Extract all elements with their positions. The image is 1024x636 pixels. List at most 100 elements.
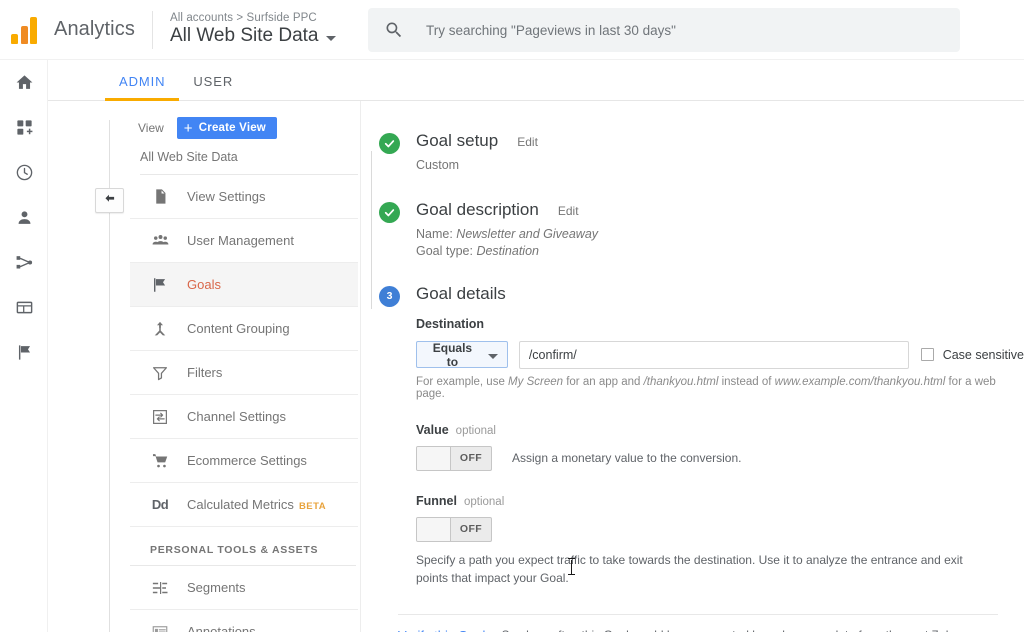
share-network-icon: [15, 253, 34, 272]
chevron-down-icon: [326, 36, 336, 41]
funnel-optional-tag: optional: [464, 496, 504, 508]
plus-icon: +: [184, 121, 193, 136]
current-view-name: All Web Site Data: [140, 150, 358, 164]
value-toggle-state: OFF: [451, 447, 491, 470]
destination-label: Destination: [416, 317, 1024, 331]
case-sensitive-checkbox[interactable]: [921, 348, 934, 361]
goal-description-title: Goal description Edit: [416, 200, 1024, 220]
people-icon: [150, 231, 170, 250]
flag-icon: [150, 276, 170, 294]
rail-item-home[interactable]: [0, 60, 48, 105]
tab-admin[interactable]: ADMIN: [105, 74, 179, 100]
sidebar-item-calculated-metrics[interactable]: Dd Calculated Metrics BETA: [130, 483, 358, 527]
text-cursor: [568, 558, 575, 577]
brand-title: Analytics: [54, 18, 135, 41]
view-name[interactable]: All Web Site Data: [170, 26, 336, 47]
case-sensitive-control[interactable]: Case sensitive: [921, 348, 1024, 362]
goal-description-step: Goal description Edit Name: Newsletter a…: [379, 200, 1024, 260]
value-optional-tag: optional: [456, 425, 496, 437]
destination-input[interactable]: [519, 341, 909, 369]
funnel-toggle[interactable]: OFF: [416, 517, 492, 542]
goal-details-title: Goal details: [416, 284, 1024, 304]
check-icon: [379, 133, 400, 154]
person-icon: [15, 208, 34, 227]
top-bar: Analytics All accounts > Surfside PPC Al…: [0, 0, 1024, 60]
create-view-button[interactable]: + Create View: [177, 117, 277, 139]
rail-item-behavior[interactable]: [0, 285, 48, 330]
goal-setup-value: Custom: [416, 157, 1024, 174]
sidebar-item-label: Calculated Metrics: [187, 497, 294, 512]
goal-details-step: 3 Goal details: [379, 284, 1024, 304]
step-number-badge: 3: [379, 286, 400, 307]
sidebar-item-filters[interactable]: Filters: [130, 351, 358, 395]
value-block: Value optional OFF Assign a monetary val…: [416, 423, 1024, 471]
value-toggle[interactable]: OFF: [416, 446, 492, 471]
value-label-row: Value optional: [416, 423, 1024, 437]
dd-icon: Dd: [150, 497, 170, 512]
channel-settings-icon: [150, 408, 170, 426]
goal-type-row: Goal type: Destination: [416, 243, 1024, 260]
sidebar-collapse-area: [95, 188, 124, 213]
admin-settings-sidebar: View + Create View All Web Site Data Vie…: [130, 101, 358, 636]
match-type-select[interactable]: Equals to: [416, 341, 508, 368]
sidebar-item-label: Goals: [187, 277, 221, 292]
case-sensitive-label: Case sensitive: [943, 348, 1024, 362]
goal-steps: Goal setup Edit Custom Goal description …: [361, 131, 1024, 587]
funnel-label-row: Funnel optional: [416, 494, 1024, 508]
sidebar-item-segments[interactable]: Segments: [130, 566, 358, 610]
analytics-logo-icon: [11, 16, 41, 44]
rail-item-acquisition[interactable]: [0, 240, 48, 285]
goal-type-prefix: Goal type:: [416, 244, 476, 258]
step-title-text: Goal details: [416, 284, 506, 304]
hint-part-c: for an app and: [563, 376, 644, 388]
header-divider: [152, 11, 153, 49]
funnel-block: Funnel optional OFF Specify a path you e…: [416, 494, 1024, 587]
sidebar-item-user-management[interactable]: User Management: [130, 219, 358, 263]
funnel-toggle-row: OFF: [416, 517, 1024, 542]
verify-divider-top: [398, 614, 998, 615]
destination-hint: For example, use My Screen for an app an…: [416, 376, 1024, 400]
rail-item-conversions[interactable]: [0, 330, 48, 375]
sidebar-item-ecommerce-settings[interactable]: Ecommerce Settings: [130, 439, 358, 483]
card-layout-icon: [15, 298, 34, 317]
analytics-admin-page: Analytics All accounts > Surfside PPC Al…: [0, 0, 1024, 636]
search-input[interactable]: [426, 23, 906, 38]
goal-editor-panel: Goal setup Edit Custom Goal description …: [360, 101, 1024, 636]
content-grouping-icon: [150, 320, 170, 338]
sidebar-item-label: Filters: [187, 365, 222, 380]
rail-item-realtime[interactable]: [0, 150, 48, 195]
destination-row: Equals to Case sensitive: [416, 341, 1024, 369]
sidebar-section-title: PERSONAL TOOLS & ASSETS: [130, 527, 356, 566]
sidebar-item-goals[interactable]: Goals: [130, 263, 358, 307]
admin-tab-bar: ADMIN USER: [48, 60, 1024, 101]
hint-part-f: www.example.com/thankyou.html: [775, 376, 946, 388]
step-connector-line: [371, 151, 372, 309]
goal-name-prefix: Name:: [416, 227, 456, 241]
search-bar[interactable]: [368, 8, 960, 52]
hint-part-b: My Screen: [508, 376, 563, 388]
hint-part-a: For example, use: [416, 376, 508, 388]
sidebar-item-label: User Management: [187, 233, 294, 248]
sidebar-item-view-settings[interactable]: View Settings: [130, 175, 358, 219]
tab-user[interactable]: USER: [179, 74, 247, 100]
account-selector[interactable]: All accounts > Surfside PPC All Web Site…: [170, 12, 336, 48]
settings-nav-list: View Settings User Management Goals: [130, 175, 358, 636]
sidebar-item-content-grouping[interactable]: Content Grouping: [130, 307, 358, 351]
chevron-down-icon: [488, 354, 498, 359]
goal-setup-step: Goal setup Edit Custom: [379, 131, 1024, 174]
value-label: Value: [416, 423, 449, 437]
collapse-sidebar-button[interactable]: [95, 188, 124, 213]
edit-goal-setup-link[interactable]: Edit: [517, 135, 538, 149]
rail-item-customization[interactable]: [0, 105, 48, 150]
value-description: Assign a monetary value to the conversio…: [512, 451, 741, 465]
value-toggle-row: OFF Assign a monetary value to the conve…: [416, 446, 1024, 471]
goal-details-form: Destination Equals to Case sensitive For…: [379, 317, 1024, 587]
view-header: View + Create View All Web Site Data: [130, 101, 358, 175]
bottom-edge: [0, 632, 1024, 636]
edit-goal-description-link[interactable]: Edit: [558, 204, 579, 218]
sidebar-item-channel-settings[interactable]: Channel Settings: [130, 395, 358, 439]
rail-item-audience[interactable]: [0, 195, 48, 240]
funnel-description: Specify a path you expect traffic to tak…: [416, 551, 996, 587]
document-icon: [150, 188, 170, 205]
step-title-text: Goal setup: [416, 131, 498, 151]
